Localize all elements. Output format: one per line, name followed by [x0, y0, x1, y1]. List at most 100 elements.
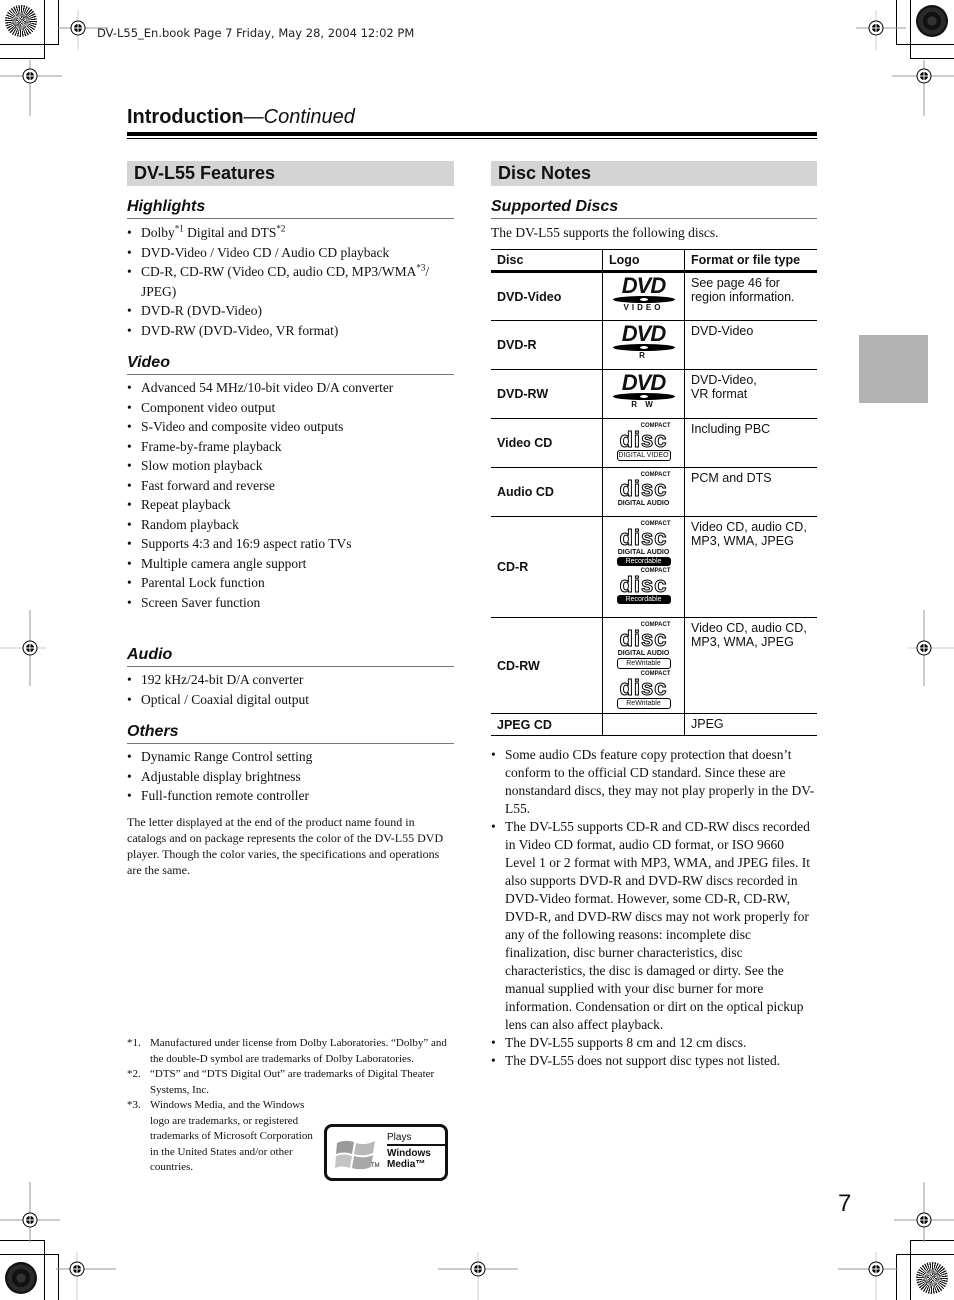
list-item: Advanced 54 MHz/10-bit video D/A convert…: [127, 378, 454, 398]
list-item: Dolby*1 Digital and DTS*2: [127, 223, 454, 243]
disc-name: JPEG CD: [491, 713, 603, 736]
list-item: Parental Lock function: [127, 573, 454, 593]
print-header-stamp: DV-L55_En.book Page 7 Friday, May 28, 20…: [97, 26, 415, 40]
crop-mark: [44, 1240, 45, 1300]
table-row: JPEG CD JPEG: [491, 713, 817, 736]
print-calibration-mark-icon: [916, 5, 948, 37]
column-header: Disc: [491, 249, 603, 273]
list-item: DVD-RW (DVD-Video, VR format): [127, 321, 454, 341]
table-row: DVD-RW DVD R W DVD-Video, VR format: [491, 369, 817, 419]
disc-name: CD-R: [491, 516, 603, 618]
list-item: The DV-L55 supports 8 cm and 12 cm discs…: [491, 1034, 817, 1052]
column-header: Logo: [602, 249, 685, 273]
table-header-row: Disc Logo Format or file type: [491, 249, 817, 273]
title-rule: [127, 138, 817, 139]
empty-logo-cell: [602, 713, 685, 736]
disc-format: Including PBC: [684, 418, 817, 468]
video-list: Advanced 54 MHz/10-bit video D/A convert…: [127, 378, 454, 612]
disc-name: DVD-RW: [491, 369, 603, 419]
registration-target-icon: [56, 1252, 116, 1300]
list-item: DVD-Video / Video CD / Audio CD playback: [127, 243, 454, 263]
crop-mark: [910, 1240, 911, 1300]
cd-recordable-logo: COMPACT disc Recordable: [616, 568, 671, 604]
disc-format: DVD-Video, VR format: [684, 369, 817, 419]
features-column: DV-L55 Features Highlights Dolby*1 Digit…: [127, 161, 454, 878]
windows-media-text: Plays Windows Media™: [387, 1132, 445, 1170]
compact-disc-recordable-logos: COMPACT disc DIGITAL AUDIO Recordable COMPA…: [602, 516, 685, 618]
disc-format: DVD-Video: [684, 320, 817, 370]
table-row: DVD-Video DVD VIDEO See page 46 for regio…: [491, 271, 817, 321]
disc-name: Audio CD: [491, 467, 603, 517]
disc-name: DVD-R: [491, 320, 603, 370]
supported-discs-table: Disc Logo Format or file type DVD-Video …: [491, 249, 817, 736]
subheading-highlights: Highlights: [127, 198, 454, 219]
others-list: Dynamic Range Control settingAdjustable …: [127, 747, 454, 806]
registration-target-icon: [892, 60, 954, 116]
print-calibration-mark-icon: [916, 1262, 948, 1294]
list-item: Fast forward and reverse: [127, 476, 454, 496]
list-item: CD-R, CD-RW (Video CD, audio CD, MP3/WMA…: [127, 262, 454, 301]
list-item: Dynamic Range Control setting: [127, 747, 454, 767]
table-row: Audio CD COMPACT disc DIGITAL AUDIO PCM an…: [491, 467, 817, 517]
crop-mark: [0, 1254, 58, 1255]
page-number: 7: [838, 1190, 852, 1217]
title-rule: [127, 132, 817, 136]
disc-format: Video CD, audio CD, MP3, WMA, JPEG: [684, 617, 817, 714]
supported-intro: The DV-L55 supports the following discs.: [491, 225, 719, 240]
column-header: Format or file type: [684, 249, 817, 273]
list-item: The DV-L55 supports CD-R and CD-RW discs…: [491, 818, 817, 1034]
list-item: Repeat playback: [127, 495, 454, 515]
dvd-video-logo: DVD VIDEO: [602, 271, 685, 321]
crop-mark: [896, 1254, 954, 1255]
dvd-rw-logo: DVD R W: [602, 369, 685, 419]
table-row: CD-RW COMPACT disc DIGITAL AUDIO ReWritable…: [491, 617, 817, 714]
audio-list: 192 kHz/24-bit D/A converterOptical / Co…: [127, 670, 454, 709]
footnote: *1. Manufactured under license from Dolby…: [127, 1037, 447, 1065]
disc-notes-list: Some audio CDs feature copy protection t…: [491, 746, 817, 1070]
dvd-r-logo: DVD R: [602, 320, 685, 370]
list-item: 192 kHz/24-bit D/A converter: [127, 670, 454, 690]
print-calibration-mark-icon: [5, 5, 37, 37]
cd-digital-audio-rewritable-logo: COMPACT disc DIGITAL AUDIO ReWritable: [616, 622, 671, 669]
list-item: Optical / Coaxial digital output: [127, 690, 454, 710]
list-item: Frame-by-frame playback: [127, 437, 454, 457]
list-item: Full-function remote controller: [127, 786, 454, 806]
table-row: CD-R COMPACT disc DIGITAL AUDIO Recordable …: [491, 516, 817, 618]
registration-target-icon: [438, 1252, 518, 1300]
subheading-others: Others: [127, 723, 454, 744]
compact-disc-digital-video-logo: COMPACT disc DIGITAL VIDEO: [602, 418, 685, 468]
page-title-continued: —Continued: [243, 106, 355, 128]
list-item: The DV-L55 does not support disc types n…: [491, 1052, 817, 1070]
list-item: Some audio CDs feature copy protection t…: [491, 746, 817, 818]
registration-target-icon: [0, 610, 46, 686]
section-header-features: DV-L55 Features: [127, 161, 454, 186]
list-item: Random playback: [127, 515, 454, 535]
list-item: Screen Saver function: [127, 593, 454, 613]
disc-format: JPEG: [684, 713, 817, 736]
registration-target-icon: [838, 1252, 898, 1300]
list-item: Adjustable display brightness: [127, 767, 454, 787]
disc-format: See page 46 for region information.: [684, 271, 817, 321]
disc-name: CD-RW: [491, 617, 603, 714]
color-note: The letter displayed at the end of the p…: [127, 814, 444, 877]
disc-notes-column: Disc Notes Supported Discs The DV-L55 su…: [491, 161, 817, 1070]
print-calibration-mark-icon: [5, 1262, 37, 1294]
subheading-supported-discs: Supported Discs: [491, 198, 817, 219]
disc-format: Video CD, audio CD, MP3, WMA, JPEG: [684, 516, 817, 618]
compact-disc-rewritable-logos: COMPACT disc DIGITAL AUDIO ReWritable COMPA…: [602, 617, 685, 714]
table-row: DVD-R DVD R DVD-Video: [491, 320, 817, 370]
page-title: Introduction—Continued: [127, 106, 355, 129]
list-item: Slow motion playback: [127, 456, 454, 476]
crop-mark: [44, 0, 45, 59]
cd-rewritable-logo: COMPACT disc ReWritable: [616, 671, 671, 709]
section-tab-marker: [859, 335, 928, 403]
cd-digital-audio-recordable-logo: COMPACT disc DIGITAL AUDIO Recordable: [616, 521, 671, 566]
list-item: DVD-R (DVD-Video): [127, 301, 454, 321]
subheading-video: Video: [127, 354, 454, 375]
list-item: Supports 4:3 and 16:9 aspect ratio TVs: [127, 534, 454, 554]
table-row: Video CD COMPACT disc DIGITAL VIDEO Includ…: [491, 418, 817, 468]
windows-media-logo: TM Plays Windows Media™: [324, 1124, 448, 1181]
list-item: Multiple camera angle support: [127, 554, 454, 574]
registration-target-icon: [908, 610, 954, 686]
compact-disc-digital-audio-logo: COMPACT disc DIGITAL AUDIO: [602, 467, 685, 517]
